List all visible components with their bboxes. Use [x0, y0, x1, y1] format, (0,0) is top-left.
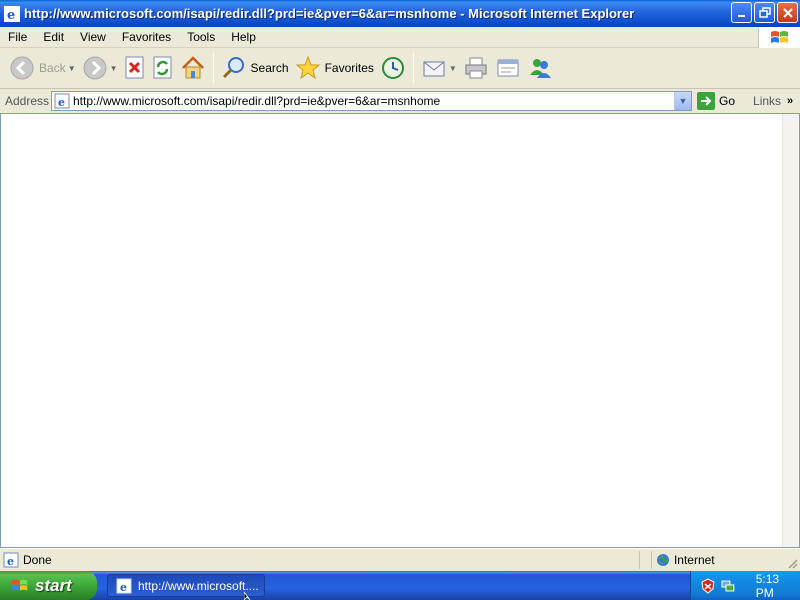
svg-text:e: e	[58, 96, 65, 109]
close-icon	[782, 7, 793, 18]
menu-view[interactable]: View	[72, 30, 114, 44]
print-button[interactable]	[460, 50, 492, 86]
home-button[interactable]	[177, 50, 209, 86]
address-bar: Address e ▼ Go Links »	[0, 89, 800, 113]
windows-logo-icon	[758, 27, 800, 48]
start-label: start	[35, 575, 72, 595]
title-bar[interactable]: e http://www.microsoft.com/isapi/redir.d…	[0, 0, 800, 27]
search-label: Search	[250, 61, 289, 75]
status-bar: e Done Internet	[0, 548, 800, 571]
menu-file[interactable]: File	[0, 30, 35, 44]
page-done-icon: e	[3, 552, 19, 568]
ie-icon: e	[4, 5, 20, 23]
zone-label: Internet	[673, 553, 715, 567]
system-tray: 5:13 PM	[690, 571, 800, 600]
task-label: http://www.microsoft....	[138, 578, 259, 593]
menu-favorites[interactable]: Favorites	[114, 30, 179, 44]
taskbar-button-ie[interactable]: e http://www.microsoft....	[107, 574, 265, 597]
forward-arrow-icon	[83, 56, 107, 80]
back-label: Back	[39, 61, 66, 75]
favorites-button[interactable]: Favorites	[292, 50, 377, 86]
windows-flag-icon	[11, 579, 28, 591]
svg-text:e: e	[120, 581, 127, 594]
network-icon[interactable]	[720, 578, 736, 594]
toolbar-separator	[212, 53, 214, 83]
security-zone: Internet	[650, 551, 800, 569]
forward-button[interactable]: ▼	[79, 50, 121, 86]
go-label: Go	[719, 94, 736, 108]
close-button[interactable]	[777, 2, 798, 23]
home-icon	[181, 56, 204, 79]
ie-page-icon: e	[54, 93, 70, 109]
minimize-icon	[737, 14, 745, 17]
chevron-down-icon[interactable]: ▼	[68, 64, 76, 73]
chevron-right-icon[interactable]: »	[787, 95, 793, 107]
mouse-cursor-icon	[244, 592, 251, 600]
status-divider	[638, 551, 645, 569]
mail-button[interactable]: ▼	[418, 50, 460, 86]
chevron-down-icon[interactable]: ▼	[110, 64, 118, 73]
address-field[interactable]: e ▼	[51, 91, 692, 111]
menu-help[interactable]: Help	[223, 30, 264, 44]
toolbar: Back ▼ ▼ Search Favorites ▼	[0, 48, 800, 89]
page-content[interactable]	[0, 113, 800, 548]
menu-bar: File Edit View Favorites Tools Help	[0, 27, 800, 48]
security-shield-icon[interactable]	[701, 578, 715, 594]
start-button[interactable]: start	[0, 571, 97, 600]
restore-icon	[758, 6, 771, 18]
globe-icon	[656, 554, 669, 566]
mail-icon	[423, 61, 445, 77]
history-button[interactable]	[377, 50, 409, 86]
chevron-down-icon[interactable]: ▼	[449, 64, 457, 73]
go-arrow-icon	[697, 92, 715, 110]
star-icon	[295, 55, 320, 80]
minimize-button[interactable]	[731, 2, 752, 23]
address-dropdown-icon[interactable]: ▼	[674, 92, 691, 110]
back-arrow-icon	[10, 56, 34, 80]
links-toolbar[interactable]: Links »	[753, 94, 793, 108]
printer-icon	[465, 57, 487, 79]
edit-button[interactable]	[492, 50, 524, 86]
clock: 5:13 PM	[755, 571, 780, 600]
refresh-icon	[153, 56, 172, 79]
window-title: http://www.microsoft.com/isapi/redir.dll…	[24, 6, 635, 21]
menu-tools[interactable]: Tools	[179, 30, 223, 44]
vertical-scrollbar[interactable]	[782, 114, 799, 547]
menu-edit[interactable]: Edit	[35, 30, 72, 44]
history-icon	[381, 57, 404, 79]
url-input[interactable]	[73, 93, 673, 109]
address-label: Address	[5, 94, 50, 108]
resize-grip-icon[interactable]	[786, 557, 798, 569]
messenger-icon	[529, 59, 551, 78]
status-text: Done	[23, 553, 52, 567]
stop-button[interactable]	[121, 50, 149, 86]
refresh-button[interactable]	[149, 50, 177, 86]
edit-page-icon	[497, 59, 519, 77]
favorites-label: Favorites	[324, 61, 374, 75]
back-button[interactable]: Back ▼	[6, 50, 79, 86]
messenger-button[interactable]	[524, 50, 556, 86]
go-button[interactable]: Go	[697, 92, 735, 110]
links-label: Links	[753, 94, 782, 108]
svg-text:e: e	[7, 555, 14, 568]
ie-icon: e	[116, 578, 132, 594]
stop-icon	[125, 56, 144, 79]
svg-text:e: e	[7, 8, 15, 22]
search-icon	[222, 57, 244, 79]
maximize-button[interactable]	[754, 2, 775, 23]
toolbar-separator	[412, 53, 414, 83]
search-button[interactable]: Search	[218, 50, 292, 86]
taskbar: start e http://www.microsoft.... 5:13 PM	[0, 571, 800, 600]
